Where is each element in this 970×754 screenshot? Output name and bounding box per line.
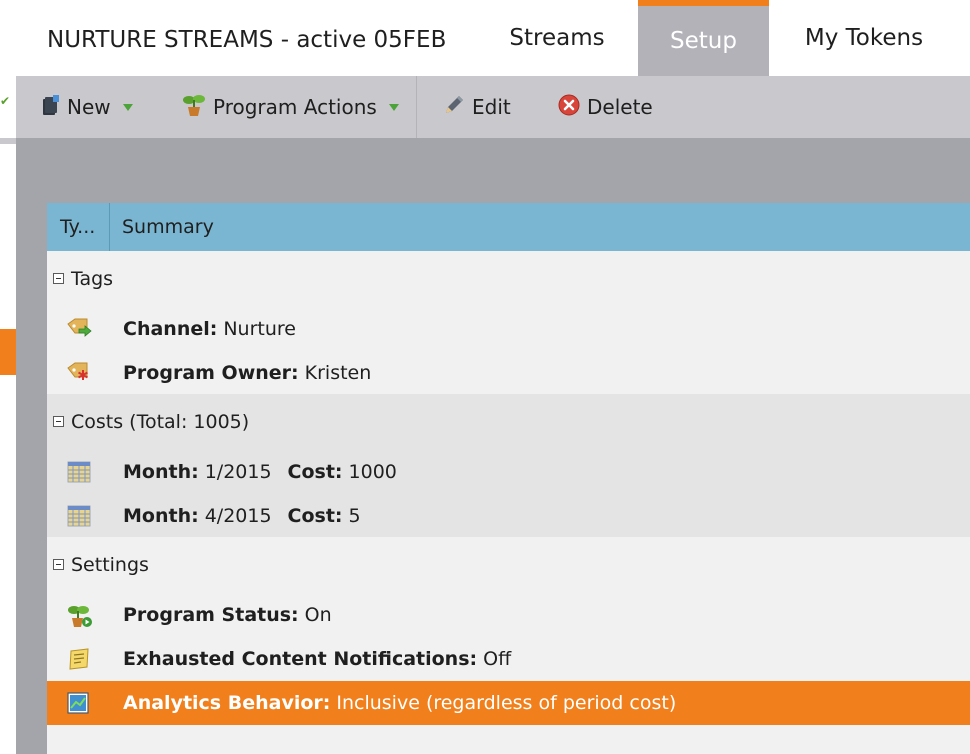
program-actions-label: Program Actions [213, 95, 377, 119]
list-item[interactable]: Month: 1/2015 Cost: 1000 [47, 450, 970, 494]
app-header: NURTURE STREAMS - active 05FEB Streams S… [0, 0, 970, 76]
plant-icon [182, 93, 206, 122]
list-item[interactable]: Month: 4/2015 Cost: 5 [47, 494, 970, 538]
group-costs: Costs (Total: 1005) Month: 1/2015 Cost: … [47, 394, 970, 537]
delete-label: Delete [587, 95, 653, 119]
row-value: Nurture [223, 318, 296, 340]
group-settings: Settings Program Status: On Exhausted Co… [47, 537, 970, 754]
left-tree-panel-edge: ✔ [0, 76, 16, 754]
list-item[interactable]: Channel: Nurture [47, 307, 970, 351]
collapse-icon[interactable] [53, 416, 64, 427]
group-label: Costs (Total: 1005) [71, 410, 250, 433]
group-label: Settings [71, 553, 149, 576]
group-header-costs[interactable]: Costs (Total: 1005) [53, 394, 249, 449]
pencil-icon [443, 94, 465, 121]
list-item-selected[interactable]: Analytics Behavior: Inclusive (regardles… [47, 681, 970, 725]
row-key: Program Status: [123, 604, 299, 626]
new-program-icon [42, 94, 60, 121]
edit-button[interactable]: Edit [443, 76, 511, 138]
list-item[interactable]: Program Status: On [47, 593, 970, 637]
toolbar-separator [416, 76, 417, 138]
row-key: Program Owner: [123, 362, 299, 384]
row-value: Kristen [304, 362, 372, 384]
group-header-settings[interactable]: Settings [53, 537, 149, 592]
delete-button[interactable]: Delete [558, 76, 653, 138]
analytics-chart-icon [67, 692, 89, 714]
program-title: NURTURE STREAMS - active 05FEB [47, 27, 447, 53]
chevron-down-icon[interactable] [388, 103, 399, 111]
row-value: 5 [348, 505, 361, 527]
tab-streams[interactable]: Streams [487, 0, 627, 76]
tab-my-tokens[interactable]: My Tokens [782, 0, 946, 76]
list-item[interactable]: Exhausted Content Notifications: Off [47, 637, 970, 681]
new-button[interactable]: New [42, 76, 133, 138]
row-key: Month: [123, 461, 199, 483]
list-item[interactable]: Program Owner: Kristen [47, 351, 970, 395]
edit-label: Edit [472, 95, 511, 119]
row-value: On [304, 604, 332, 626]
left-toolbar-edge [0, 76, 16, 144]
column-header-type[interactable]: Ty... [47, 203, 110, 251]
calendar-grid-icon [67, 461, 91, 483]
delete-x-icon [558, 94, 580, 121]
row-value: 4/2015 [204, 505, 272, 527]
row-value: 1/2015 [204, 461, 272, 483]
selected-tree-item-edge[interactable] [0, 329, 16, 375]
tag-arrow-icon [67, 318, 92, 340]
content-area: Ty... Summary Tags Channel: Nurture Prog… [16, 138, 970, 754]
row-key: Analytics Behavior: [123, 692, 331, 714]
row-key: Month: [123, 505, 199, 527]
row-key: Cost: [287, 505, 343, 527]
tab-setup[interactable]: Setup [638, 0, 769, 76]
chevron-down-icon[interactable] [122, 103, 133, 111]
tag-asterisk-icon [67, 362, 89, 384]
row-value: Off [483, 648, 512, 670]
row-key: Exhausted Content Notifications: [123, 648, 478, 670]
row-key: Channel: [123, 318, 218, 340]
collapse-icon[interactable] [53, 559, 64, 570]
new-label: New [67, 95, 111, 119]
program-actions-button[interactable]: Program Actions [182, 76, 399, 138]
plant-play-icon [67, 604, 92, 627]
notepad-icon [67, 648, 89, 670]
column-header-summary[interactable]: Summary [122, 203, 214, 251]
row-key: Cost: [287, 461, 343, 483]
group-header-tags[interactable]: Tags [53, 251, 113, 306]
toolbar: New Program Actions Edit Delete [16, 76, 970, 138]
group-tags: Tags Channel: Nurture Program Owner: Kri… [47, 251, 970, 394]
checkmark-icon: ✔ [0, 94, 11, 108]
grid-header: Ty... Summary [47, 203, 970, 251]
group-label: Tags [71, 267, 114, 290]
row-value: 1000 [348, 461, 397, 483]
row-value: Inclusive (regardless of period cost) [336, 692, 677, 714]
setup-grid: Ty... Summary Tags Channel: Nurture Prog… [47, 203, 970, 754]
calendar-grid-icon [67, 505, 91, 527]
collapse-icon[interactable] [53, 273, 64, 284]
